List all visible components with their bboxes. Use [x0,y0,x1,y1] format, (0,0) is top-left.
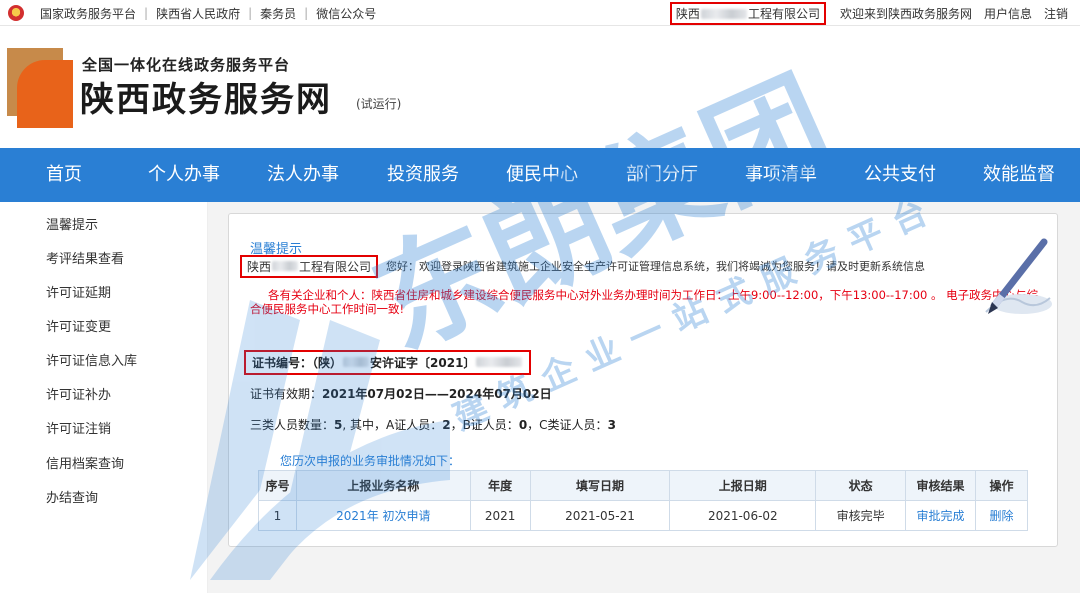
cert-label: 证书编号：（陕） [252,355,343,370]
col-action: 操作 [975,470,1028,501]
cell-fill-date: 2021-05-21 [529,500,671,531]
redacted-text [272,261,299,271]
validity-row: 证书有效期：2021年07月02日——2024年07月02日 [250,385,552,402]
sidebar-item-entry[interactable]: 许可证信息入库 [46,350,137,369]
staff-a: 2 [442,418,451,432]
redacted-text [476,357,523,367]
col-business-name: 上报业务名称 [295,470,471,501]
nav-departments[interactable]: 部门分厅 [626,148,698,202]
redacted-text [700,9,747,19]
nav-efficiency[interactable]: 效能监督 [983,148,1055,202]
company-name-prefix: 陕西 [675,6,700,21]
notice-text: 各有关企业和个人：陕西省住房和城乡建设综合便民服务中心对外业务办理时间为工作日：… [250,288,1039,316]
top-links: 国家政务服务平台 | 陕西省人民政府 | 秦务员 | 微信公众号 [8,0,384,26]
cert-mid: 安许证字〔2021〕 [370,355,476,370]
staff-c-label: ，C类证人员： [527,418,608,432]
sidebar-item-evaluation[interactable]: 考评结果查看 [46,248,124,267]
greeting-text: 您好：欢迎登录陕西省建筑施工企业安全生产许可证管理信息系统，我们将竭诚为您服务！… [386,260,926,273]
nav-home[interactable]: 首页 [46,148,82,202]
col-fill-date: 填写日期 [529,470,671,501]
sidebar-item-reissue[interactable]: 许可证补办 [46,384,111,403]
top-user-area: 陕西 工程有限公司 欢迎来到陕西政务服务网 用户信息 注销 [669,0,1074,26]
certificate-number-row: 证书编号：（陕） 安许证字〔2021〕 [244,349,532,375]
table-header-row: 序号 上报业务名称 年度 填写日期 上报日期 状态 审核结果 操作 [258,470,1028,501]
sidebar-item-extension[interactable]: 许可证延期 [46,282,111,301]
welcome-text: 欢迎来到陕西政务服务网 [839,6,972,21]
staff-count-row: 三类人员数量：5, 其中，A证人员：2，B证人员：0，C类证人员：3 [250,416,616,433]
site-title[interactable]: 陕西政务服务网 [80,72,332,121]
cell-review-result-link[interactable]: 审批完成 [905,500,977,531]
site-logo-icon[interactable] [7,48,73,128]
sidebar-item-completed[interactable]: 办结查询 [46,487,98,506]
table-row: 1 2021年 初次申请 2021 2021-05-21 2021-06-02 … [258,500,1028,531]
cell-year: 2021 [469,500,531,531]
cell-index: 1 [258,500,297,531]
sidebar-item-tips[interactable]: 温馨提示 [46,214,98,233]
sidebar-item-cancel[interactable]: 许可证注销 [46,418,111,437]
link-shaanxi-gov[interactable]: 陕西省人民政府 [148,5,248,22]
history-caption: 您历次申报的业务审批情况如下： [280,454,461,468]
certificate-number-highlight: 证书编号：（陕） 安许证字〔2021〕 [244,349,532,375]
staff-prefix: 三类人员数量： [250,418,335,432]
approval-records-table: 序号 上报业务名称 年度 填写日期 上报日期 状态 审核结果 操作 1 2021… [258,470,1028,531]
company-name-prefix: 陕西 [247,259,272,274]
main-nav: 首页 个人办事 法人办事 投资服务 便民中心 部门分厅 事项清单 公共支付 效能… [0,148,1080,202]
nav-public-payment[interactable]: 公共支付 [864,148,936,202]
validity-label: 证书有效期： [250,387,323,401]
company-name-suffix: 工程有限公司 [299,259,372,274]
nav-legal-person[interactable]: 法人办事 [267,148,339,202]
col-status: 状态 [815,470,907,501]
pen-illustration-icon [985,238,1052,314]
national-emblem-icon [8,5,24,21]
nav-convenience[interactable]: 便民中心 [506,148,578,202]
company-name-highlight: 陕西 工程有限公司 [240,254,379,278]
sidebar-item-change[interactable]: 许可证变更 [46,316,111,335]
staff-c: 3 [607,418,616,432]
greeting-row: 陕西 工程有限公司 您好：欢迎登录陕西省建筑施工企业安全生产许可证管理信息系统，我… [240,254,926,278]
col-index: 序号 [258,470,297,501]
validity-value: 2021年07月02日——2024年07月02日 [322,387,552,401]
sidebar: 温馨提示 考评结果查看 许可证延期 许可证变更 许可证信息入库 许可证补办 许可… [0,202,208,593]
user-info-link[interactable]: 用户信息 [978,5,1038,22]
cell-submit-date: 2021-06-02 [669,500,817,531]
logout-link[interactable]: 注销 [1038,5,1074,22]
top-utility-bar: 国家政务服务平台 | 陕西省人民政府 | 秦务员 | 微信公众号 陕西 工程有限公… [0,0,1080,26]
link-wechat-account[interactable]: 微信公众号 [308,5,384,22]
site-header: 全国一体化在线政务服务平台 陕西政务服务网 (试运行) [0,26,1080,148]
staff-b-label: ，B证人员： [450,418,519,432]
cell-business-name-link[interactable]: 2021年 初次申请 [295,500,471,531]
sidebar-item-credit[interactable]: 信用档案查询 [46,453,124,472]
nav-personal[interactable]: 个人办事 [148,148,220,202]
staff-b: 0 [518,418,528,432]
trial-label: (试运行) [356,97,402,111]
col-submit-date: 上报日期 [669,470,817,501]
nav-item-list[interactable]: 事项清单 [745,148,817,202]
delete-link[interactable]: 删除 [975,500,1028,531]
office-hours-notice: 各有关企业和个人：陕西省住房和城乡建设综合便民服务中心对外业务办理时间为工作日：… [250,288,1040,316]
link-national-gov-platform[interactable]: 国家政务服务平台 [32,5,144,22]
cell-status: 审核完毕 [815,500,907,531]
col-review-result: 审核结果 [905,470,977,501]
redacted-text [343,357,370,367]
company-name-suffix: 工程有限公司 [747,6,820,21]
staff-mid: , 其中，A证人员： [342,418,443,432]
col-year: 年度 [469,470,531,501]
company-name-highlight: 陕西 工程有限公司 [669,1,826,25]
link-qinwuyuan[interactable]: 秦务员 [252,5,304,22]
nav-investment[interactable]: 投资服务 [387,148,459,202]
